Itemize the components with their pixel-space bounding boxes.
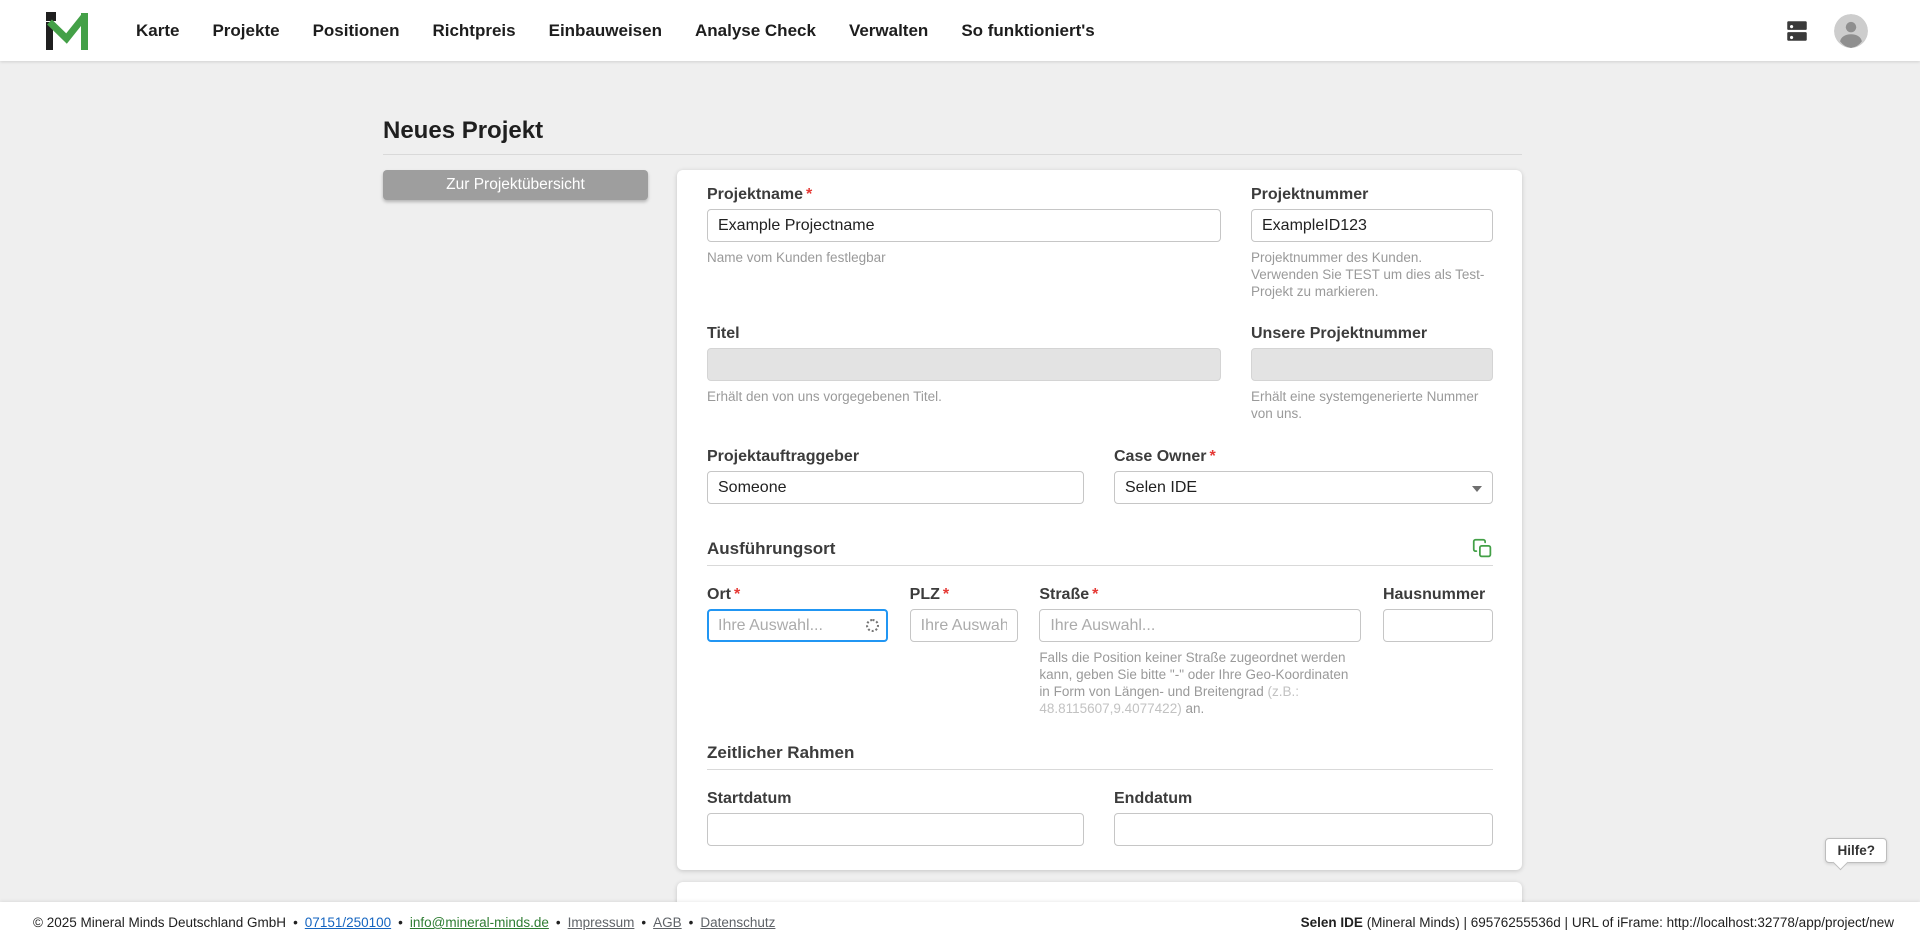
required-asterisk: * (1092, 586, 1099, 603)
strasse-helper: Falls die Position keiner Straße zugeord… (1039, 650, 1349, 716)
footer-session-info: Selen IDE (Mineral Minds) | 69576255536d… (1301, 915, 1894, 930)
footer-separator: • (641, 915, 647, 930)
required-asterisk: * (734, 586, 741, 603)
nav-item-verwalten[interactable]: Verwalten (849, 21, 928, 41)
titel-field: Titel Erhält den von uns vorgegebenen Ti… (707, 324, 1221, 405)
projektname-input[interactable] (707, 209, 1221, 242)
required-asterisk: * (806, 186, 813, 203)
projektname-helper: Name vom Kunden festlegbar (707, 250, 886, 265)
zeitlicher-rahmen-title: Zeitlicher Rahmen (707, 743, 855, 762)
projektauftraggeber-field: Projektauftraggeber (707, 447, 1084, 504)
ort-label: Ort * (707, 586, 741, 603)
person-icon (1834, 13, 1868, 48)
copy-icon[interactable] (1472, 538, 1493, 559)
required-asterisk: * (1209, 448, 1216, 465)
hausnummer-label: Hausnummer (1382, 586, 1486, 603)
strasse-input[interactable] (1039, 609, 1362, 642)
ausfuehrungsort-title: Ausführungsort (707, 538, 836, 558)
footer-impressum-link[interactable]: Impressum (568, 915, 635, 930)
startdatum-field: Startdatum (707, 789, 1084, 846)
hausnummer-field: Hausnummer (1382, 585, 1493, 717)
zur-projektuebersicht-button[interactable]: Zur Projektübersicht (383, 170, 648, 200)
footer-separator: • (293, 915, 298, 930)
footer-separator: • (398, 915, 403, 930)
help-button[interactable]: Hilfe? (1825, 838, 1887, 863)
projektnummer-input[interactable] (1251, 209, 1493, 242)
footer-session-details: (Mineral Minds) | 69576255536d | URL of … (1362, 915, 1894, 930)
projektauftraggeber-input[interactable] (707, 471, 1084, 504)
plz-input[interactable] (909, 609, 1018, 642)
projektnummer-label: Projektnummer (1251, 186, 1369, 203)
unsere-projektnummer-helper: Erhält eine systemgenerierte Nummer von … (1251, 389, 1479, 421)
case-owner-select[interactable]: Selen IDE (1114, 471, 1493, 504)
zeitlicher-rahmen-section-header: Zeitlicher Rahmen (707, 743, 1493, 770)
footer-separator: • (555, 915, 561, 930)
titel-helper: Erhält den von uns vorgegebenen Titel. (707, 389, 942, 404)
enddatum-label: Enddatum (1114, 790, 1193, 807)
title-divider (383, 154, 1522, 155)
footer-left: © 2025 Mineral Minds Deutschland GmbH • … (33, 915, 775, 930)
plz-label: PLZ * (909, 586, 950, 603)
unsere-projektnummer-field: Unsere Projektnummer Erhält eine systemg… (1251, 324, 1493, 422)
server-icon[interactable] (1782, 18, 1812, 44)
titel-input (707, 348, 1221, 381)
projektnummer-helper: Projektnummer des Kunden. Verwenden Sie … (1251, 250, 1485, 299)
projektname-label: Projektname * (707, 186, 813, 203)
loading-spinner-icon (866, 618, 879, 632)
main-content: Neues Projekt Zur Projektübersicht Proje… (0, 61, 1920, 922)
nav-item-projekte[interactable]: Projekte (212, 21, 279, 41)
enddatum-input[interactable] (1114, 813, 1493, 846)
nav-item-so-funktionierts[interactable]: So funktioniert's (961, 21, 1094, 41)
case-owner-field: Case Owner * Selen IDE (1114, 447, 1493, 504)
strasse-field: Straße* Falls die Position keiner Straße… (1039, 585, 1362, 717)
required-asterisk: * (942, 586, 950, 603)
ort-field: Ort * (707, 585, 888, 717)
projektnummer-field: Projektnummer Projektnummer des Kunden. … (1251, 185, 1493, 300)
strasse-label: Straße * (1039, 586, 1099, 603)
new-project-form-card: Projektname* Name vom Kunden festlegbar … (677, 170, 1522, 870)
logo-icon (46, 11, 88, 50)
startdatum-input[interactable] (707, 813, 1084, 846)
hausnummer-input[interactable] (1382, 609, 1493, 642)
nav-item-richtpreis[interactable]: Richtpreis (432, 21, 515, 41)
page-title: Neues Projekt (383, 117, 544, 144)
footer-phone-link[interactable]: 07151/250100 (305, 915, 391, 930)
nav-item-positionen[interactable]: Positionen (313, 21, 400, 41)
footer: © 2025 Mineral Minds Deutschland GmbH • … (0, 902, 1920, 943)
ausfuehrungsort-section-header: Ausführungsort (707, 538, 1493, 566)
unsere-projektnummer-label: Unsere Projektnummer (1251, 325, 1428, 342)
enddatum-field: Enddatum (1114, 789, 1493, 846)
plz-field: PLZ * (909, 585, 1018, 717)
nav-icon-group (1782, 0, 1868, 61)
nav-item-einbauweisen[interactable]: Einbauweisen (549, 21, 662, 41)
user-avatar-icon[interactable] (1834, 13, 1868, 48)
copyright-text: © 2025 Mineral Minds Deutschland GmbH (33, 915, 287, 930)
case-owner-value: Selen IDE (1125, 478, 1198, 496)
startdatum-label: Startdatum (707, 790, 792, 807)
projektauftraggeber-label: Projektauftraggeber (707, 448, 860, 465)
mineral-minds-logo[interactable] (44, 10, 92, 52)
chevron-down-icon (1472, 485, 1482, 492)
footer-email-link[interactable]: info@mineral-minds.de (410, 915, 549, 930)
ort-input[interactable] (707, 609, 888, 642)
footer-agb-link[interactable]: AGB (653, 915, 682, 930)
footer-user-name: Selen IDE (1300, 915, 1363, 930)
help-label: Hilfe? (1837, 843, 1875, 858)
top-nav-bar: Karte Projekte Positionen Richtpreis Ein… (0, 0, 1920, 61)
case-owner-label: Case Owner * (1114, 448, 1216, 465)
main-nav: Karte Projekte Positionen Richtpreis Ein… (136, 21, 1095, 41)
nav-item-karte[interactable]: Karte (136, 21, 179, 41)
titel-label: Titel (707, 325, 740, 342)
footer-datenschutz-link[interactable]: Datenschutz (700, 915, 775, 930)
unsere-projektnummer-input (1251, 348, 1493, 381)
footer-separator: • (688, 915, 694, 930)
projektname-field: Projektname* Name vom Kunden festlegbar (707, 185, 1221, 266)
nav-item-analyse-check[interactable]: Analyse Check (695, 21, 816, 41)
